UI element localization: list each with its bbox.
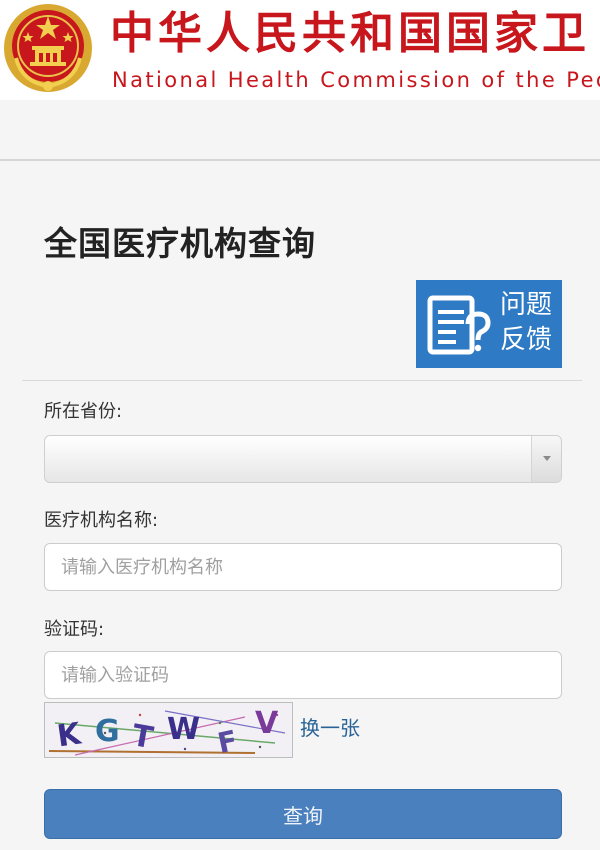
province-label: 所在省份:	[44, 401, 123, 422]
captcha-label: 验证码:	[44, 619, 105, 640]
institution-name-label: 医疗机构名称:	[44, 510, 159, 531]
banner-subtitle: National Health Commission of the Peo	[112, 68, 600, 92]
header-divider	[0, 159, 600, 161]
submit-button[interactable]: 查询	[44, 789, 562, 839]
form-divider	[22, 380, 582, 381]
header-banner: 中华人民共和国国家卫 National Health Commission of…	[0, 0, 600, 100]
captcha-image[interactable]: K G T W F V	[44, 702, 293, 758]
national-emblem-icon	[4, 4, 92, 92]
feedback-label-line1: 问题	[499, 290, 552, 320]
province-select[interactable]	[44, 435, 562, 483]
feedback-button[interactable]: 问题 反馈	[416, 280, 562, 368]
captcha-char-6: V	[255, 706, 279, 741]
province-select-toggle[interactable]	[531, 436, 561, 482]
feedback-label: 问题 反馈	[492, 288, 560, 358]
banner-title: 中华人民共和国国家卫	[110, 8, 590, 59]
page-title: 全国医疗机构查询	[44, 224, 316, 263]
captcha-input[interactable]	[44, 651, 562, 699]
institution-name-input[interactable]	[44, 543, 562, 591]
feedback-label-line2: 反馈	[499, 325, 552, 355]
page: 中华人民共和国国家卫 National Health Commission of…	[0, 0, 600, 850]
captcha-char-2: G	[95, 714, 120, 749]
captcha-refresh-link[interactable]: 换一张	[300, 714, 360, 742]
captcha-char-4: W	[167, 712, 200, 747]
captcha-graphic: K G T W F V	[45, 703, 292, 757]
chevron-down-icon	[543, 456, 551, 461]
